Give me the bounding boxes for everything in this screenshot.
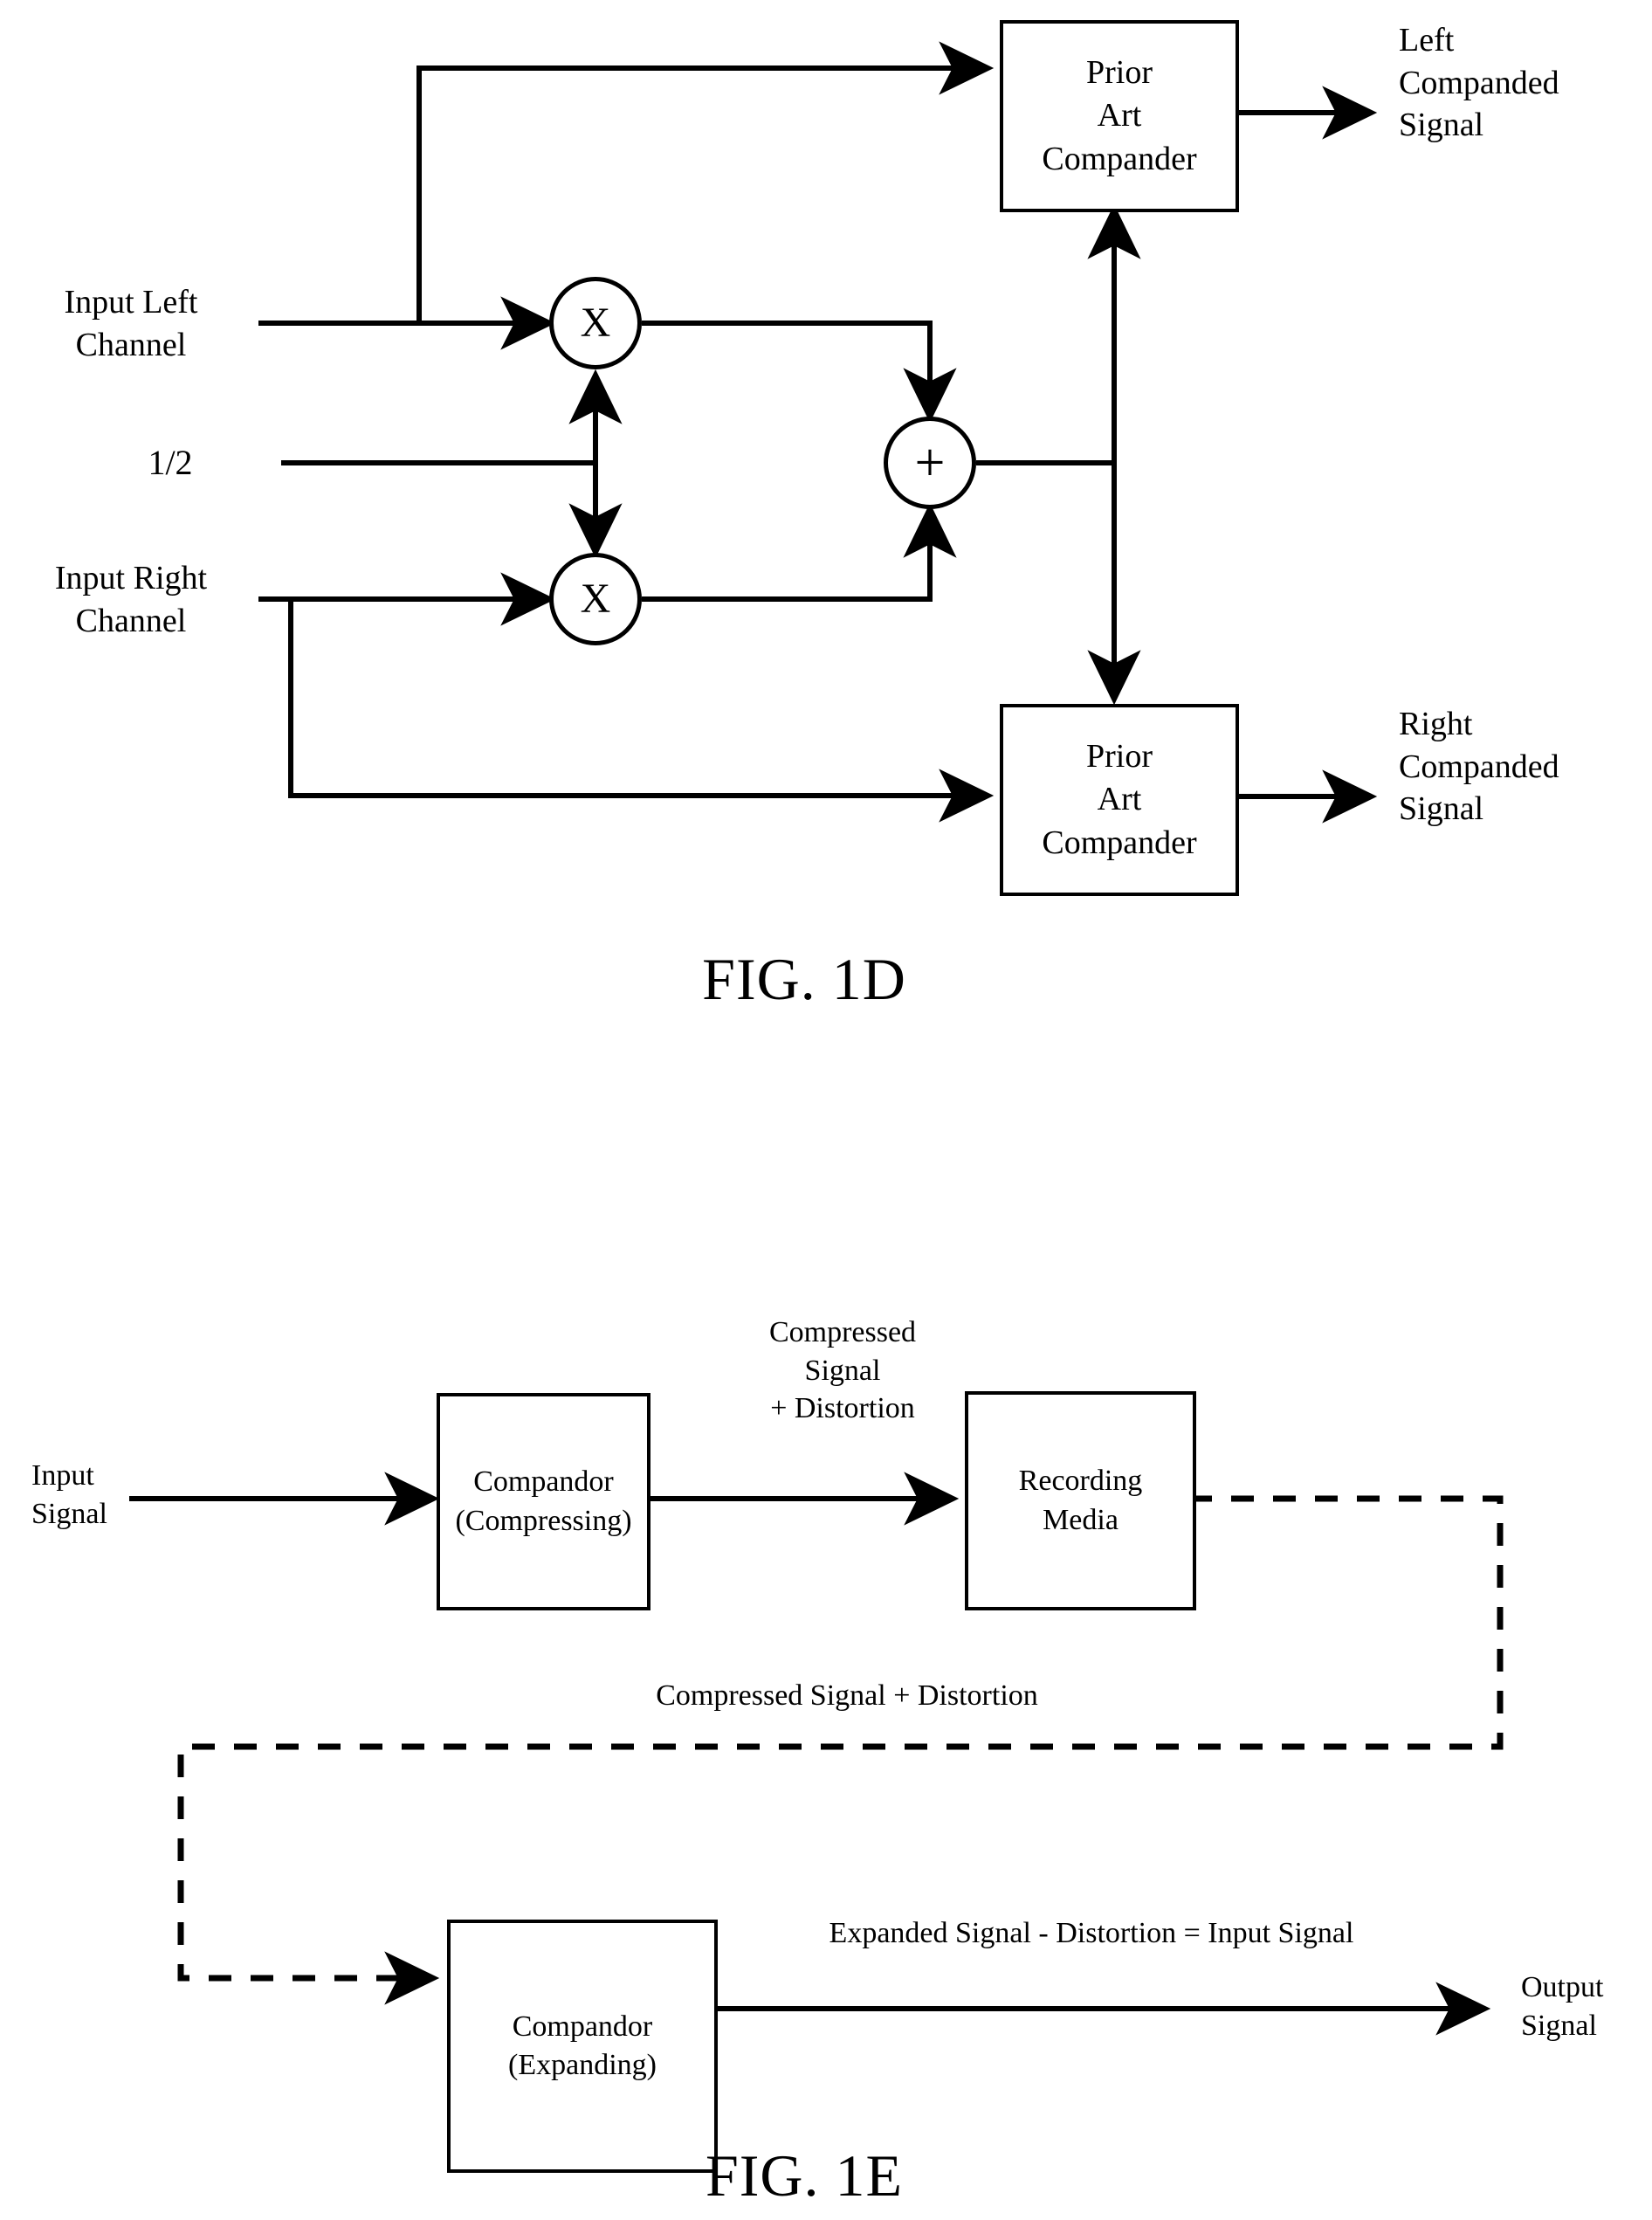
box-line: Compandor (512, 2010, 653, 2043)
prior-art-compander-right-box: Prior Art Compander (1000, 704, 1239, 896)
box-line: Compander (1042, 140, 1197, 177)
left-companded-signal-label: Left Companded Signal (1399, 22, 1559, 144)
feedback-path-label: Compressed Signal + Distortion (656, 1679, 1038, 1712)
box-line: Compander (1042, 824, 1197, 861)
box-line: Compandor (473, 1465, 614, 1499)
output-signal-label: Output Signal (1521, 1971, 1604, 2042)
right-companded-signal-label: Right Companded Signal (1399, 706, 1559, 828)
patent-figure-sheet: Prior Art Compander Prior Art Compander … (0, 0, 1652, 2220)
connector-lines (129, 41, 1504, 2036)
box-line: Recording (1018, 1465, 1143, 1498)
prior-art-compander-left-box: Prior Art Compander (1000, 20, 1239, 212)
compandor-compressing-box: Compandor (Compressing) (437, 1393, 650, 1610)
box-line: Art (1097, 97, 1142, 134)
box-line: Art (1097, 781, 1142, 818)
recording-media-box: Recording Media (965, 1391, 1196, 1610)
expanded-signal-label: Expanded Signal - Distortion = Input Sig… (829, 1917, 1354, 1949)
fig-1e-title: FIG. 1E (705, 2142, 904, 2209)
plus-glyph: + (914, 433, 946, 493)
input-left-channel-label: Input Left Channel (64, 284, 198, 363)
multiply-glyph: X (580, 576, 611, 622)
summer-node: + (884, 417, 976, 509)
multiplier-left-node: X (549, 277, 642, 369)
box-line: Prior (1086, 737, 1153, 775)
fig-1d-title: FIG. 1D (702, 946, 906, 1012)
compandor-expanding-box: Compandor (Expanding) (447, 1920, 718, 2173)
box-line: (Compressing) (455, 1504, 632, 1537)
multiplier-right-node: X (549, 553, 642, 645)
multiply-glyph: X (580, 300, 611, 346)
gain-one-half-label: 1/2 (148, 443, 193, 482)
input-right-channel-label: Input Right Channel (54, 560, 208, 639)
box-line: Media (1043, 1503, 1119, 1536)
box-line: Prior (1086, 53, 1153, 91)
box-line: (Expanding) (508, 2049, 657, 2081)
compressed-signal-distortion-label: Compressed Signal + Distortion (768, 1316, 917, 1425)
input-signal-label: Input Signal (31, 1459, 107, 1530)
